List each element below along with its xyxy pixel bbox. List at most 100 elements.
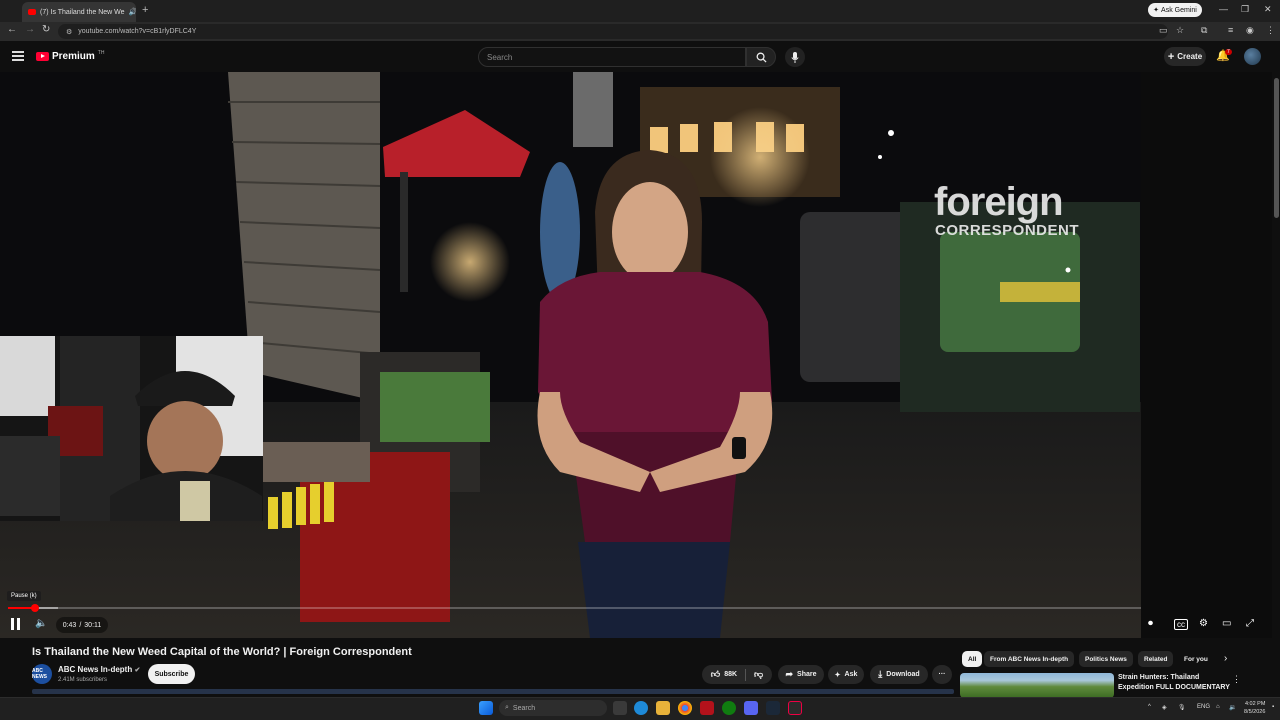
recommendation-title[interactable]: Strain Hunters: Thailand Expedition FULL…: [1118, 673, 1232, 693]
address-bar[interactable]: ⚙ youtube.com/watch?v=cB1rlyDFLC4Y: [58, 24, 1168, 39]
youtube-favicon-icon: [28, 9, 36, 15]
chrome-icon[interactable]: [678, 701, 692, 715]
profile-icon[interactable]: ◉: [1246, 25, 1254, 36]
ask-gemini-button[interactable]: ✦ Ask Gemini: [1148, 3, 1202, 17]
xbox-icon[interactable]: [722, 701, 736, 715]
description-preview-bar[interactable]: [32, 689, 954, 694]
tray-app-icon[interactable]: ◈: [1162, 704, 1167, 711]
more-actions-button[interactable]: ···: [932, 665, 952, 684]
new-tab-button[interactable]: +: [142, 4, 148, 16]
edge-icon[interactable]: [634, 701, 648, 715]
browser-tab[interactable]: (7) Is Thailand the New We 🔊 ✕: [22, 2, 136, 22]
settings-gear-icon[interactable]: ⚙: [1199, 618, 1208, 629]
notification-count-badge: 7: [1225, 49, 1232, 55]
progress-bar[interactable]: [8, 604, 1141, 612]
pause-button[interactable]: [11, 618, 23, 631]
like-button[interactable]: 👍︎ 88K: [711, 669, 737, 680]
logo-text: Premium: [52, 51, 95, 62]
sparkle-icon: ✦: [1153, 7, 1160, 14]
subtitles-icon[interactable]: cc: [1174, 619, 1188, 630]
app-icon[interactable]: [788, 701, 802, 715]
subscriber-count: 2.41M subscribers: [58, 677, 108, 683]
pause-tooltip: Pause (k): [7, 591, 41, 601]
windows-start-icon[interactable]: [479, 701, 493, 715]
file-explorer-icon[interactable]: [656, 701, 670, 715]
guide-menu-icon[interactable]: [12, 51, 24, 61]
taskbar-clock[interactable]: 4:02 PM 8/5/2026: [1244, 700, 1265, 716]
video-player[interactable]: foreign CORRESPONDENT: [0, 72, 1141, 638]
adobe-icon[interactable]: [700, 701, 714, 715]
minimize-icon[interactable]: —: [1219, 4, 1228, 14]
taskbar-search-placeholder: Search: [512, 704, 536, 712]
share-arrow-icon: ➦: [785, 669, 794, 679]
youtube-premium-logo[interactable]: Premium TH: [36, 49, 105, 62]
channel-avatar[interactable]: ABC NEWS: [32, 664, 52, 684]
extensions-icon[interactable]: ⧉: [1201, 25, 1207, 36]
language-indicator[interactable]: ENG: [1197, 704, 1210, 710]
url-text: youtube.com/watch?v=cB1rlyDFLC4Y: [78, 28, 197, 35]
tab-title: (7) Is Thailand the New We: [40, 8, 125, 16]
share-button[interactable]: ➦ Share: [778, 665, 824, 684]
download-button[interactable]: ⤓ Download: [870, 665, 928, 684]
player-letterbox: [1141, 72, 1272, 638]
reload-icon[interactable]: ↻: [42, 24, 50, 35]
site-info-icon[interactable]: ⚙: [66, 28, 72, 36]
recommendation-thumbnail[interactable]: [960, 673, 1114, 698]
browser-menu-icon[interactable]: ⋮: [1266, 25, 1275, 36]
cast-icon[interactable]: ▭: [1159, 25, 1168, 36]
streamer-camera-image: [0, 336, 263, 521]
discord-icon[interactable]: [744, 701, 758, 715]
sparkle-icon: ✦: [834, 671, 841, 679]
sidepanel-icon[interactable]: ≡: [1228, 25, 1233, 35]
steam-icon[interactable]: [766, 701, 780, 715]
download-icon: ⤓: [878, 669, 883, 679]
current-time: 0:43: [62, 621, 77, 629]
subscribe-button[interactable]: Subscribe: [148, 664, 195, 684]
tray-chevron-icon[interactable]: ^: [1148, 704, 1151, 710]
chip-related[interactable]: Related: [1138, 651, 1174, 667]
back-icon[interactable]: ←: [7, 24, 17, 35]
notifications-tray-icon[interactable]: ▪: [1272, 704, 1274, 710]
maximize-icon[interactable]: ❐: [1241, 4, 1249, 15]
region-code: TH: [97, 49, 105, 56]
like-count: 88K: [724, 671, 738, 678]
chip-from-channel[interactable]: From ABC News In-depth: [984, 651, 1075, 667]
download-label: Download: [886, 671, 920, 678]
account-avatar[interactable]: [1244, 48, 1261, 65]
webcam-overlay: [0, 336, 263, 521]
bookmark-star-icon[interactable]: ☆: [1176, 25, 1184, 36]
fullscreen-icon[interactable]: ⤢: [1246, 618, 1254, 629]
network-icon[interactable]: ⌂: [1216, 704, 1220, 710]
recommendation-menu-icon[interactable]: ⋮: [1232, 674, 1241, 685]
theater-mode-icon[interactable]: ▭: [1222, 618, 1231, 629]
youtube-play-logo-icon: [36, 52, 49, 61]
scrollbar-thumb[interactable]: [1274, 78, 1279, 218]
chip-politics-news[interactable]: Politics News: [1079, 651, 1133, 667]
create-button[interactable]: + Create: [1164, 47, 1206, 66]
channel-name[interactable]: ABC News In-depth ✔: [58, 665, 140, 674]
close-window-icon[interactable]: ✕: [1264, 4, 1272, 15]
thumbs-up-icon: 👍︎: [710, 669, 721, 679]
speaker-icon[interactable]: 🔊: [129, 8, 136, 16]
search-input[interactable]: Search: [478, 47, 746, 67]
dislike-button[interactable]: 👎︎: [754, 669, 763, 680]
autoplay-toggle-icon[interactable]: ⏺: [1148, 618, 1153, 629]
voice-search-button[interactable]: [785, 47, 805, 67]
plus-icon: +: [1167, 50, 1175, 63]
volume-icon[interactable]: 🔈: [35, 618, 47, 629]
volume-tray-icon[interactable]: 🔉: [1229, 704, 1236, 711]
share-label: Share: [797, 671, 817, 678]
ask-button[interactable]: ✦ Ask: [828, 665, 864, 684]
browser-tab-strip: [0, 0, 1280, 22]
chip-for-you[interactable]: For you: [1178, 651, 1214, 667]
microphone-icon: [791, 51, 799, 63]
search-button[interactable]: [746, 47, 776, 67]
search-icon: [756, 52, 767, 63]
task-view-icon[interactable]: [613, 701, 627, 715]
thumbs-down-icon: 👎︎: [754, 669, 764, 679]
taskbar-search[interactable]: ⌕ Search: [499, 700, 607, 716]
chevron-right-icon[interactable]: ›: [1224, 653, 1227, 664]
chip-all[interactable]: All: [962, 651, 983, 667]
forward-icon[interactable]: →: [25, 24, 35, 35]
tray-mic-icon[interactable]: 🎙: [1178, 704, 1186, 711]
